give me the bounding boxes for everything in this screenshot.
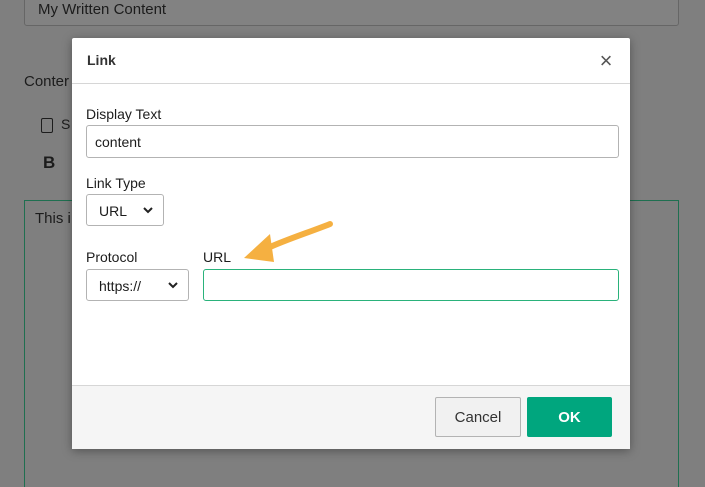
source-code-icon	[41, 117, 53, 133]
background-title-field: My Written Content	[24, 0, 679, 26]
protocol-select[interactable]: https://	[86, 269, 189, 301]
link-type-select[interactable]: URL	[86, 194, 164, 226]
display-text-label: Display Text	[86, 106, 162, 122]
annotation-arrow-icon	[244, 221, 333, 262]
protocol-value: https://	[99, 278, 142, 294]
link-type-label: Link Type	[86, 175, 146, 191]
background-editor-text: This i	[35, 210, 71, 227]
ok-button[interactable]: OK	[527, 397, 612, 437]
background-bold-button: B	[43, 153, 56, 172]
display-text-input[interactable]	[86, 125, 619, 158]
cancel-button[interactable]: Cancel	[435, 397, 521, 437]
background-source-button: S	[41, 116, 70, 133]
chevron-down-icon	[168, 282, 178, 289]
link-type-value: URL	[99, 203, 128, 219]
background-source-label: S	[61, 116, 71, 132]
background-content-label: Conter	[24, 73, 70, 90]
background-title-value: My Written Content	[38, 1, 167, 18]
chevron-down-icon	[143, 207, 153, 214]
protocol-label: Protocol	[86, 249, 138, 265]
url-input[interactable]	[203, 269, 619, 301]
link-dialog: Link × Display Text Link Type URL Protoc…	[72, 38, 630, 449]
dialog-title: Link	[87, 52, 116, 68]
url-label: URL	[203, 249, 232, 265]
close-icon[interactable]: ×	[595, 50, 617, 72]
dialog-footer: Cancel OK	[72, 385, 630, 449]
dialog-header: Link ×	[72, 38, 630, 84]
